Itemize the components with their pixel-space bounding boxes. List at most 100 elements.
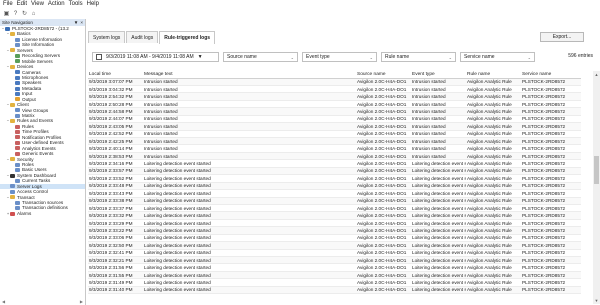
- table-row[interactable]: 9/3/2019 2:32:21 PM Loitering detection e…: [88, 256, 581, 264]
- column-header-local-time[interactable]: Local time: [88, 71, 143, 79]
- cell-local-time: 9/3/2019 2:31:56 PM: [89, 265, 133, 271]
- home-icon[interactable]: ⌂: [30, 10, 37, 17]
- menu-help[interactable]: Help: [87, 1, 99, 7]
- column-header-message-text[interactable]: Message text: [143, 71, 356, 79]
- table-row[interactable]: 9/3/2019 2:33:43 PM Loitering detection e…: [88, 190, 581, 197]
- table-row[interactable]: 9/3/2019 3:07:07 PM Intrusion started Avig…: [88, 78, 581, 86]
- table-vertical-scrollbar[interactable]: ▲ ▼: [593, 71, 600, 304]
- table-row[interactable]: 9/3/2019 2:38:53 PM Intrusion started Avig…: [88, 152, 581, 160]
- cell-service-name: PLSTOCK-2RD8572: [522, 175, 566, 181]
- column-header-source-name[interactable]: Source name: [356, 71, 411, 79]
- rule-name-filter[interactable]: Rule name ⌄: [381, 52, 456, 62]
- nav-node-icon: [10, 157, 15, 162]
- cell-event-type: Loitering detection event st: [412, 161, 466, 167]
- table-row[interactable]: 9/3/2019 2:31:40 PM Loitering detection e…: [88, 286, 581, 294]
- menu-action[interactable]: Action: [48, 1, 65, 7]
- scroll-left-icon[interactable]: ◀: [2, 299, 5, 304]
- table-row[interactable]: 9/3/2019 2:40:14 PM Intrusion started Avig…: [88, 145, 581, 153]
- cell-service-name: PLSTOCK-2RD8572: [521, 92, 581, 101]
- column-header-service-name[interactable]: Service name: [521, 71, 581, 79]
- nav-node-icon: [15, 124, 20, 129]
- table-row[interactable]: 9/3/2019 2:33:57 PM Loitering detection e…: [88, 167, 581, 175]
- tab-system-logs[interactable]: System logs: [88, 31, 126, 43]
- tab-audit-logs[interactable]: Audit logs: [126, 31, 159, 43]
- table-row[interactable]: 9/3/2019 2:31:56 PM Loitering detection e…: [88, 264, 581, 272]
- table-row[interactable]: 9/3/2019 2:31:55 PM Loitering detection e…: [88, 271, 581, 279]
- nav-node-icon: [15, 75, 20, 80]
- menu-tools[interactable]: Tools: [69, 1, 83, 7]
- cell-source-name: Avigilon 2.0C-H4A-DO1: [357, 86, 407, 92]
- cell-rule-name: Avigilon Analytic Rule: [467, 280, 512, 286]
- export-button[interactable]: Export...: [540, 32, 584, 42]
- table-row[interactable]: 9/3/2019 2:42:25 PM Intrusion started Avig…: [88, 137, 581, 145]
- cell-rule-name: Avigilon Analytic Rule: [466, 122, 521, 131]
- table-row[interactable]: 9/3/2019 2:32:50 PM Loitering detection e…: [88, 241, 581, 250]
- column-header-rule-name[interactable]: Rule name: [466, 71, 521, 79]
- source-name-filter[interactable]: Source name ⌄: [223, 52, 298, 62]
- table-row[interactable]: 9/3/2019 2:50:28 PM Intrusion started Avig…: [88, 100, 581, 108]
- table-row[interactable]: 9/3/2019 2:42:52 PM Intrusion started Avig…: [88, 130, 581, 138]
- nav-node-icon: [15, 151, 20, 156]
- cell-source-name: Avigilon 2.0C-H4A-DO1: [357, 280, 407, 286]
- table-row[interactable]: 9/3/2019 2:33:29 PM Loitering detection e…: [88, 219, 581, 227]
- cell-event-type: Loitering detection event st: [412, 235, 466, 241]
- table-row[interactable]: 9/3/2019 2:33:22 PM Loitering detection e…: [88, 226, 581, 235]
- cell-event-type: Loitering detection event st: [412, 190, 466, 196]
- table-row[interactable]: 9/3/2019 2:33:06 PM Loitering detection e…: [88, 234, 581, 242]
- cell-local-time: 9/3/2019 2:32:41 PM: [89, 250, 133, 256]
- service-name-filter[interactable]: Service name ⌄: [460, 52, 535, 62]
- cell-service-name: PLSTOCK-2RD8572: [522, 131, 566, 137]
- help-icon[interactable]: ?: [12, 10, 19, 17]
- date-range-picker[interactable]: 9/3/2019 11:08 AM - 9/4/2019 11:08 AM ▼: [92, 52, 219, 62]
- source-name-filter-label: Source name: [227, 54, 257, 60]
- cell-service-name: PLSTOCK-2RD8572: [522, 235, 566, 241]
- nav-node-icon: [15, 178, 20, 183]
- scroll-down-icon[interactable]: ▼: [593, 297, 600, 304]
- cell-rule-name: Avigilon Analytic Rule: [466, 226, 521, 235]
- cell-service-name: PLSTOCK-2RD8572: [522, 265, 566, 271]
- table-row[interactable]: 9/3/2019 3:04:32 PM Intrusion started Avig…: [88, 85, 581, 93]
- cell-message-text: Intrusion started: [144, 116, 178, 122]
- column-header-event-type[interactable]: Event type: [411, 71, 466, 79]
- nav-node-icon: [15, 91, 20, 96]
- table-row[interactable]: 9/3/2019 2:31:49 PM Loitering detection e…: [88, 279, 581, 287]
- scroll-up-icon[interactable]: ▲: [593, 71, 600, 78]
- menu-view[interactable]: View: [31, 1, 44, 7]
- service-name-filter-label: Service name: [464, 54, 495, 60]
- table-row[interactable]: 9/3/2019 2:33:38 PM Loitering detection e…: [88, 197, 581, 205]
- scrollbar-thumb[interactable]: [594, 156, 599, 184]
- nav-node-icon: [15, 43, 20, 48]
- table-row[interactable]: 9/3/2019 2:33:37 PM Loitering detection e…: [88, 204, 581, 212]
- menu-file[interactable]: File: [3, 1, 13, 7]
- table-row[interactable]: 9/3/2019 2:44:07 PM Intrusion started Avig…: [88, 115, 581, 123]
- table-row[interactable]: 9/3/2019 2:32:41 PM Loitering detection e…: [88, 249, 581, 257]
- cell-rule-name: Avigilon Analytic Rule: [467, 250, 512, 256]
- table-row[interactable]: 9/3/2019 2:33:52 PM Loitering detection e…: [88, 175, 581, 183]
- table-row[interactable]: 9/3/2019 2:44:58 PM Intrusion started Avig…: [88, 107, 581, 116]
- cell-source-name: Avigilon 2.0C-H4A-DO1: [356, 271, 411, 279]
- cell-event-type: Intrusion started: [411, 92, 466, 101]
- cell-message-text: Intrusion started: [143, 122, 356, 131]
- table-row[interactable]: 9/3/2019 2:54:32 PM Intrusion started Avig…: [88, 92, 581, 101]
- cell-local-time: 9/3/2019 2:33:52 PM: [89, 175, 133, 181]
- menu-edit[interactable]: Edit: [17, 1, 27, 7]
- table-row[interactable]: 9/3/2019 2:34:16 PM Loitering detection e…: [88, 160, 581, 168]
- refresh-icon[interactable]: ↻: [21, 10, 28, 17]
- cell-rule-name: Avigilon Analytic Rule: [467, 101, 512, 107]
- pin-icon[interactable]: ▼: [74, 20, 79, 25]
- table-row[interactable]: 9/3/2019 2:33:48 PM Loitering detection e…: [88, 182, 581, 190]
- cell-event-type: Intrusion started: [411, 107, 466, 116]
- event-type-filter[interactable]: Event type ⌄: [302, 52, 377, 62]
- scroll-right-icon[interactable]: ▶: [80, 299, 83, 304]
- save-icon[interactable]: ▣: [3, 10, 10, 17]
- nav-node-icon: [10, 102, 15, 107]
- table-row[interactable]: 9/3/2019 2:33:32 PM Loitering detection e…: [88, 211, 581, 220]
- table-row[interactable]: 9/3/2019 2:43:05 PM Intrusion started Avig…: [88, 122, 581, 131]
- cell-source-name: Avigilon 2.0C-H4A-DO1: [356, 167, 411, 175]
- close-icon[interactable]: ×: [80, 20, 83, 25]
- tab-rule-triggered-logs[interactable]: Rule-triggered logs: [159, 31, 216, 44]
- nav-item[interactable]: + Alarms: [0, 211, 85, 216]
- nav-horizontal-scrollbar[interactable]: ◀ ▶: [2, 299, 83, 304]
- nav-node-icon: [15, 59, 20, 64]
- cell-source-name: Avigilon 2.0C-H4A-DO1: [357, 131, 407, 137]
